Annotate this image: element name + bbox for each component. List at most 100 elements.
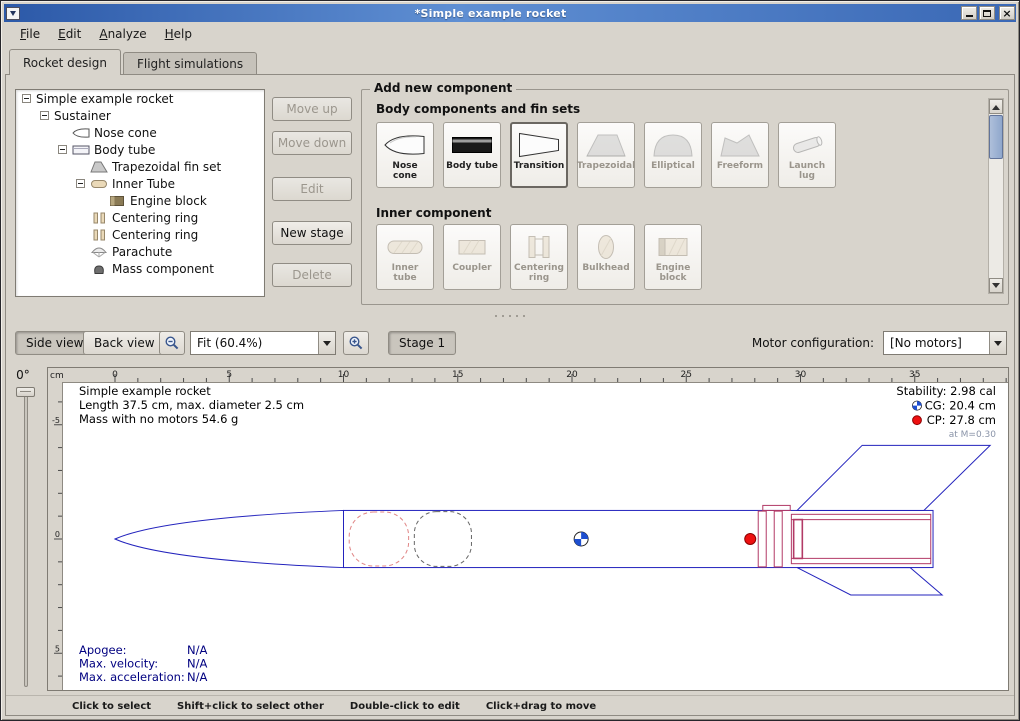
cg-marker[interactable] <box>574 532 588 546</box>
move-up-button[interactable]: Move up <box>272 97 352 121</box>
chevron-down-icon[interactable] <box>318 332 335 354</box>
component-button-label: Elliptical <box>649 161 697 171</box>
tree-item-inner-tube-5[interactable]: Inner Tube <box>16 175 264 192</box>
component-button-trapezoidal[interactable]: Trapezoidal <box>577 122 635 188</box>
tree-item-sustainer-1[interactable]: Sustainer <box>16 107 264 124</box>
tree-item-body-tube-3[interactable]: Body tube <box>16 141 264 158</box>
scrollbar-up-button[interactable] <box>989 99 1003 114</box>
component-button-transition[interactable]: Transition <box>510 122 568 188</box>
tree-item-engine-block-6[interactable]: Engine block <box>16 192 264 209</box>
tree-item-centering-ring-8[interactable]: Centering ring <box>16 226 264 243</box>
cg-legend-icon <box>912 401 921 410</box>
tree-expander-icon[interactable] <box>58 145 67 154</box>
component-button-label: Trapezoidal <box>575 161 637 171</box>
arrow-down-icon <box>992 283 1000 292</box>
component-button-bulkhead[interactable]: Bulkhead <box>577 224 635 290</box>
svg-text:CG: 20.4 cm: CG: 20.4 cm <box>925 399 996 413</box>
tree-item-nose-cone-2[interactable]: Nose cone <box>16 124 264 141</box>
tab-rocket-design[interactable]: Rocket design <box>9 49 121 75</box>
component-button-freeform[interactable]: Freeform <box>711 122 769 188</box>
rotation-slider-track[interactable] <box>24 391 28 687</box>
component-button-centering-ring[interactable]: Centering ring <box>510 224 568 290</box>
svg-text:N/A: N/A <box>187 643 207 657</box>
tree-item-label: Parachute <box>112 245 172 259</box>
fin-icon <box>90 161 108 173</box>
status-hint: Double-click to edit <box>350 701 460 712</box>
minimize-button[interactable] <box>961 6 977 20</box>
menu-edit[interactable]: Edit <box>49 24 90 44</box>
centering-ring-icon <box>517 231 561 263</box>
tree-action-buttons: Move up Move down Edit New stage Delete <box>272 97 352 287</box>
component-button-launch-lug[interactable]: Launch lug <box>778 122 836 188</box>
tree-item-label: Sustainer <box>54 109 111 123</box>
rocket-canvas-container[interactable]: 05101520253035-505cmSimple example rocke… <box>47 367 1009 691</box>
edit-button[interactable]: Edit <box>272 177 352 201</box>
tree-expander-icon[interactable] <box>22 94 31 103</box>
component-button-body-tube[interactable]: Body tube <box>443 122 501 188</box>
tree-expander-icon[interactable] <box>40 111 49 120</box>
inner-components-row: Inner tubeCouplerCentering ring Bulkhead E… <box>376 224 702 290</box>
zoom-in-button[interactable] <box>343 331 369 355</box>
zoom-in-icon <box>348 335 364 351</box>
zoom-select[interactable]: Fit (60.4%) <box>190 331 336 355</box>
component-tree[interactable]: Simple example rocket SustainerNose coneB… <box>15 89 265 297</box>
svg-text:0: 0 <box>112 370 118 380</box>
tree-item-label: Centering ring <box>112 211 198 225</box>
tree-item-centering-ring-7[interactable]: Centering ring <box>16 209 264 226</box>
tree-item-label: Simple example rocket <box>36 92 173 106</box>
component-panel-scrollbar[interactable] <box>988 98 1004 294</box>
move-down-button[interactable]: Move down <box>272 131 352 155</box>
component-button-engine-block[interactable]: Engine block <box>644 224 702 290</box>
app-icon[interactable] <box>6 7 20 20</box>
maximize-button[interactable] <box>979 6 995 20</box>
rotation-slider-handle[interactable] <box>16 387 35 397</box>
menu-analyze[interactable]: Analyze <box>90 24 155 44</box>
svg-text:5: 5 <box>226 370 232 380</box>
component-button-nose-cone[interactable]: Nose cone <box>376 122 434 188</box>
tree-item-simple-example-rocket-0[interactable]: Simple example rocket <box>16 90 264 107</box>
motor-configuration-select[interactable]: [No motors] <box>883 331 1007 355</box>
rocket-view-canvas[interactable]: 05101520253035-505cmSimple example rocke… <box>48 368 1008 690</box>
splitter-dot <box>523 315 525 317</box>
scrollbar-down-button[interactable] <box>989 278 1003 293</box>
nose-cone-icon <box>383 129 427 161</box>
cp-marker[interactable] <box>745 534 756 545</box>
tree-item-mass-component-10[interactable]: Mass component <box>16 260 264 277</box>
svg-text:-5: -5 <box>52 416 60 425</box>
bulkhead-icon <box>584 231 628 263</box>
component-button-coupler[interactable]: Coupler <box>443 224 501 290</box>
splitter-dot <box>502 315 504 317</box>
scrollbar-thumb[interactable] <box>989 115 1003 159</box>
tree-item-label: Engine block <box>130 194 207 208</box>
arrow-up-icon <box>992 101 1000 110</box>
tree-item-parachute-9[interactable]: Parachute <box>16 243 264 260</box>
minimize-icon <box>966 15 973 17</box>
menu-file[interactable]: File <box>11 24 49 44</box>
component-button-label: Nose cone <box>377 161 433 182</box>
menu-help[interactable]: Help <box>156 24 201 44</box>
component-button-elliptical[interactable]: Elliptical <box>644 122 702 188</box>
delete-button[interactable]: Delete <box>272 263 352 287</box>
zoom-out-icon <box>164 335 180 351</box>
svg-text:Stability: 2.98 cal: Stability: 2.98 cal <box>896 384 996 398</box>
back-view-button[interactable]: Back view <box>83 331 166 355</box>
svg-text:15: 15 <box>452 370 463 380</box>
fin-elliptical-icon <box>651 129 695 161</box>
horizontal-splitter[interactable] <box>6 309 1014 323</box>
stage-1-toggle[interactable]: Stage 1 <box>388 331 456 355</box>
tree-item-label: Inner Tube <box>112 177 175 191</box>
tab-flight-simulations[interactable]: Flight simulations <box>123 52 257 74</box>
zoom-out-button[interactable] <box>159 331 185 355</box>
tree-item-trapezoidal-fin-set-4[interactable]: Trapezoidal fin set <box>16 158 264 175</box>
new-stage-button[interactable]: New stage <box>272 221 352 245</box>
mass-icon <box>90 263 108 275</box>
component-button-inner-tube[interactable]: Inner tube <box>376 224 434 290</box>
component-button-label: Engine block <box>645 263 701 284</box>
chevron-down-icon[interactable] <box>989 332 1006 354</box>
component-button-label: Body tube <box>444 161 500 171</box>
close-button[interactable]: × <box>999 6 1015 20</box>
tree-expander-icon[interactable] <box>76 179 85 188</box>
tree-item-label: Centering ring <box>112 228 198 242</box>
fin-freeform-icon <box>718 129 762 161</box>
component-button-label: Bulkhead <box>580 263 631 273</box>
